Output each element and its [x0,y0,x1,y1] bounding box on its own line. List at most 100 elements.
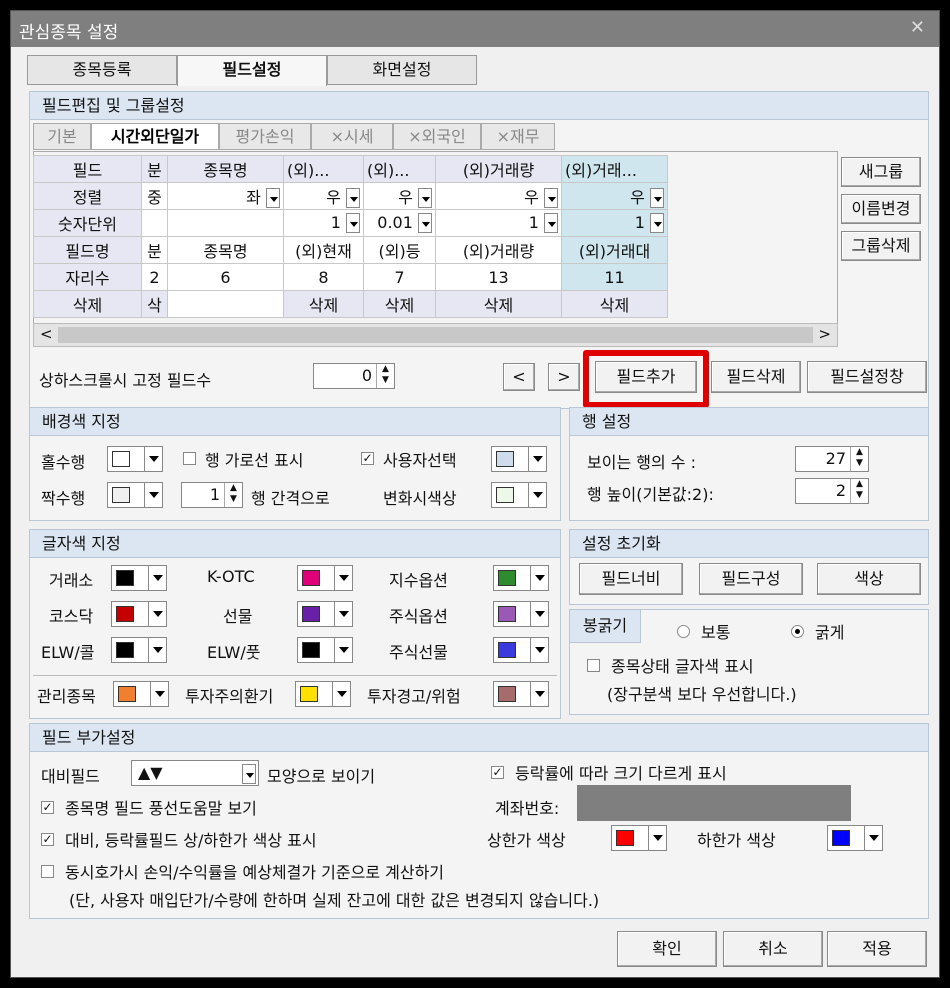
chevron-down-icon[interactable] [148,638,166,662]
chevron-down-icon[interactable] [144,447,162,471]
odd-row-color-picker[interactable] [107,446,163,472]
user-select-checkbox[interactable]: ✓ [361,452,374,465]
chevron-down-icon[interactable] [528,483,546,507]
unit-select[interactable]: 1 [561,209,668,237]
compare-field-select[interactable]: ▲▼ [131,760,259,786]
chevron-down-icon[interactable] [148,566,166,590]
kospi-color-picker[interactable] [111,565,167,591]
elw-call-color-picker[interactable] [111,637,167,663]
grid-delete-cell[interactable]: 삭제 [435,290,562,318]
chevron-down-icon[interactable] [334,602,352,626]
lower-limit-color-picker[interactable] [827,825,883,851]
index-option-color-picker[interactable] [493,565,549,591]
add-field-button[interactable]: 필드추가 [595,361,697,393]
chevron-down-icon[interactable] [530,682,548,706]
change-color-picker[interactable] [491,482,547,508]
sort-select[interactable]: 좌 [167,182,284,210]
grid-cell[interactable]: 6 [167,263,284,291]
chevron-down-icon[interactable] [648,826,666,850]
grid-delete-cell[interactable]: 삭제 [363,290,436,318]
sort-select[interactable]: 우 [363,182,436,210]
next-field-button[interactable]: > [548,363,580,391]
fixed-fields-spinner[interactable]: 0 ▲ ▼ [313,363,395,389]
chevron-down-icon[interactable] [334,566,352,590]
size-by-rate-checkbox[interactable]: ✓ [491,766,504,779]
grid-cell[interactable]: 종목명 [167,155,284,183]
grid-cell[interactable]: 11 [561,263,668,291]
grid-delete-cell[interactable]: 삭제 [283,290,364,318]
grid-cell[interactable]: (외)... [283,155,364,183]
prev-field-button[interactable]: < [503,363,535,391]
close-icon[interactable]: ✕ [910,17,925,38]
chevron-down-icon[interactable] [544,213,558,234]
elw-put-color-picker[interactable] [297,637,353,663]
chevron-down-icon[interactable] [530,638,548,662]
sort-select[interactable]: 우 [283,182,364,210]
chevron-down-icon[interactable] [144,483,162,507]
grid-cell[interactable]: 종목명 [167,236,284,264]
warning-color-picker[interactable] [493,681,549,707]
subtab-foreign[interactable]: ×외국인 [393,123,481,150]
chevron-down-icon[interactable] [242,763,256,784]
spinner-arrows-icon[interactable]: ▲ ▼ [376,364,394,388]
grid-cell[interactable]: 13 [435,263,562,291]
grid-cell[interactable]: 분 [141,155,168,183]
chevron-down-icon[interactable] [266,188,280,209]
stock-option-color-picker[interactable] [493,601,549,627]
grid-cell[interactable]: 2 [141,263,168,291]
chevron-down-icon[interactable] [544,188,558,209]
grid-cell[interactable]: 중 [141,182,168,210]
grid-cell[interactable]: 8 [283,263,364,291]
grid-cell[interactable]: 분 [141,236,168,264]
grid-cell[interactable]: (외)거래량 [435,155,562,183]
row-height-spinner[interactable]: 2 ▲ ▼ [795,478,869,504]
stock-futures-color-picker[interactable] [493,637,549,663]
chevron-down-icon[interactable] [150,682,168,706]
hline-checkbox[interactable] [183,452,196,465]
spinner-arrows-icon[interactable]: ▲ ▼ [850,479,868,503]
managed-stock-color-picker[interactable] [113,681,169,707]
chevron-down-icon[interactable] [346,188,360,209]
sim-calc-checkbox[interactable] [41,865,54,878]
delete-field-button[interactable]: 필드삭제 [711,361,801,393]
scrollbar-thumb[interactable] [58,327,813,343]
scroll-left-icon[interactable]: < [40,325,53,343]
subtab-finance[interactable]: ×재무 [481,123,555,150]
subtab-after-hours[interactable]: 시간외단일가 [91,123,219,150]
reset-color-button[interactable]: 색상 [817,563,921,595]
unit-select[interactable]: 1 [435,209,562,237]
status-color-checkbox[interactable] [587,659,600,672]
tab-screen-settings[interactable]: 화면설정 [327,55,477,85]
even-row-color-picker[interactable] [107,482,163,508]
new-group-button[interactable]: 새그룹 [841,157,921,187]
cancel-button[interactable]: 취소 [723,931,823,967]
chevron-down-icon[interactable] [530,566,548,590]
chevron-down-icon[interactable] [148,602,166,626]
subtab-basic[interactable]: 기본 [33,123,91,150]
chevron-down-icon[interactable] [418,213,432,234]
grid-cell[interactable]: (외)거래... [561,155,668,183]
chevron-down-icon[interactable] [346,213,360,234]
tab-stock-register[interactable]: 종목등록 [27,55,177,85]
caution-color-picker[interactable] [295,681,351,707]
kosdaq-color-picker[interactable] [111,601,167,627]
chevron-down-icon[interactable] [650,213,664,234]
unit-select[interactable]: 0.01 [363,209,436,237]
chevron-down-icon[interactable] [530,602,548,626]
grid-cell[interactable]: (외)거래대 [561,236,668,264]
scroll-right-icon[interactable]: > [818,325,831,343]
field-settings-window-button[interactable]: 필드설정창 [807,361,927,393]
unit-select[interactable]: 1 [283,209,364,237]
chevron-down-icon[interactable] [332,682,350,706]
chevron-down-icon[interactable] [418,188,432,209]
grid-delete-cell[interactable]: 삭제 [561,290,668,318]
futures-color-picker[interactable] [297,601,353,627]
reset-layout-button[interactable]: 필드구성 [699,563,803,595]
kotc-color-picker[interactable] [297,565,353,591]
grid-cell[interactable]: (외)거래량 [435,236,562,264]
delete-group-button[interactable]: 그룹삭제 [841,231,921,261]
radio-normal[interactable] [677,625,690,638]
subtab-valuation[interactable]: 평가손익 [219,123,311,150]
subtab-quote[interactable]: ×시세 [311,123,393,150]
reset-width-button[interactable]: 필드너비 [579,563,683,595]
